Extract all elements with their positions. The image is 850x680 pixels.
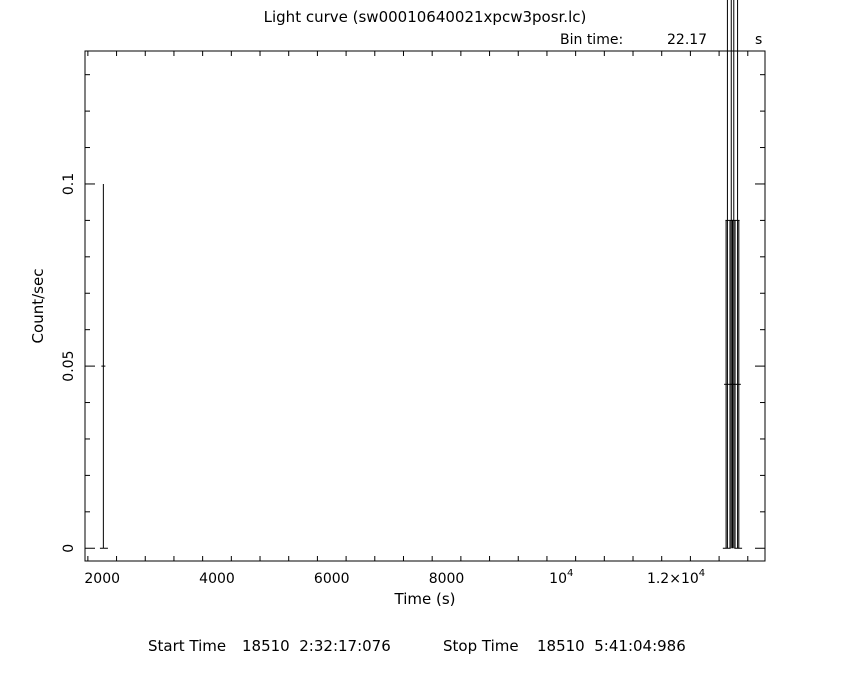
x-axis-ticks: 2000 4000 6000 8000 104 1.2×104 [84, 51, 749, 587]
y-tick-label: 0.05 [61, 351, 77, 382]
bin-time-value: 22.17 [667, 32, 707, 48]
x-axis-label: Time (s) [394, 590, 456, 608]
y-axis-ticks: 0 0.05 0.1 [61, 74, 765, 553]
bin-time-label: Bin time: [560, 32, 623, 48]
stop-time-value: 18510 5:41:04:986 [537, 637, 686, 655]
x-tick-label: 4000 [199, 571, 235, 587]
bin-time-unit: s [755, 32, 762, 48]
x-tick-label: 1.2×104 [647, 568, 705, 587]
stop-time-label: Stop Time [443, 637, 519, 655]
y-axis-label: Count/sec [29, 269, 47, 344]
x-tick-label: 8000 [429, 571, 465, 587]
x-tick-label: 104 [549, 568, 573, 587]
y-tick-label: 0.1 [61, 173, 77, 195]
data-series [99, 0, 743, 549]
start-time-value: 18510 2:32:17:076 [242, 637, 391, 655]
chart-title: Light curve (sw00010640021xpcw3posr.lc) [264, 8, 587, 26]
y-tick-label: 0 [61, 544, 77, 553]
x-tick-label: 6000 [314, 571, 350, 587]
x-tick-label: 2000 [84, 571, 120, 587]
light-curve-chart: Light curve (sw00010640021xpcw3posr.lc) … [29, 0, 766, 655]
plot-frame [84, 50, 766, 562]
start-time-label: Start Time [148, 637, 226, 655]
